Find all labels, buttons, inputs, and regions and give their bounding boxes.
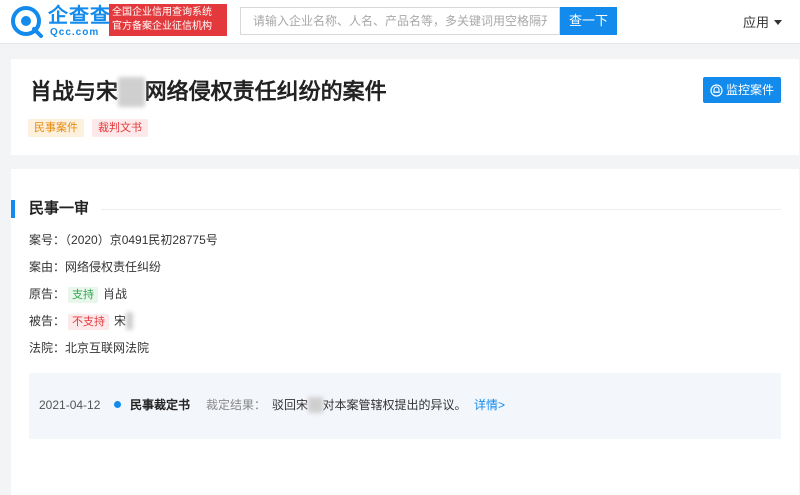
case-title-prefix: 肖战与宋 <box>30 79 119 104</box>
redacted-result-blur: ■■ <box>308 397 323 413</box>
apps-menu[interactable]: 应用 <box>743 12 783 31</box>
section-title: 民事一审 <box>29 200 90 217</box>
ruling-timeline-entry: 2021-04-12 民事裁定书 裁定结果： 驳回宋■■对本案管辖权提出的异议。… <box>29 373 781 439</box>
case-detail-card: 民事一审 案号：（2020）京0491民初28775号 案由：网络侵权责任纠纷 … <box>11 169 799 495</box>
section-accent-bar <box>11 200 15 218</box>
defendant-row: 被告：不支持宋■ <box>29 312 134 330</box>
logo-q-icon <box>11 6 43 38</box>
tag-civil-case: 民事案件 <box>28 119 84 137</box>
court-row: 法院：北京互联网法院 <box>29 339 149 357</box>
ruling-result-text: 驳回宋■■对本案管辖权提出的异议。 <box>272 397 467 413</box>
case-number-row: 案号：（2020）京0491民初28775号 <box>29 231 218 249</box>
plaintiff-row: 原告： 支持 肖战 <box>29 285 127 303</box>
plaintiff-label: 原告： <box>29 287 66 301</box>
search-button[interactable]: 查一下 <box>560 7 617 35</box>
monitor-case-label: 监控案件 <box>725 83 774 97</box>
ruling-result-suffix: 对本案管辖权提出的异议。 <box>322 398 467 412</box>
plaintiff-name[interactable]: 肖战 <box>103 287 127 301</box>
defendant-label: 被告： <box>29 314 66 328</box>
ruling-date: 2021-04-12 <box>39 398 101 412</box>
logo-text: 企查查 <box>48 5 111 27</box>
ruling-document-type: 民事裁定书 <box>130 398 191 412</box>
search-input[interactable] <box>240 7 560 35</box>
case-number-label: 案号： <box>29 233 66 247</box>
monitor-bell-icon <box>710 84 723 97</box>
case-cause-row: 案由：网络侵权责任纠纷 <box>29 258 161 276</box>
section-divider <box>101 209 781 210</box>
apps-menu-label: 应用 <box>743 15 770 30</box>
ruling-result-label: 裁定结果： <box>206 398 267 412</box>
redacted-defendant-blur: ■ <box>126 312 134 330</box>
top-navigation-bar: 企查查 Qcc.com 全国企业信用查询系统 官方备案企业征信机构 查一下 应用 <box>0 0 800 44</box>
redacted-name-blur: ■■ <box>118 77 145 107</box>
case-title-suffix: 网络侵权责任纠纷的案件 <box>144 79 387 104</box>
ruling-details-link[interactable]: 详情> <box>474 397 505 413</box>
official-record-badge: 全国企业信用查询系统 官方备案企业征信机构 <box>109 4 227 36</box>
case-title: 肖战与宋■■网络侵权责任纠纷的案件 <box>30 77 387 107</box>
court-label: 法院： <box>29 341 66 355</box>
defendant-status-badge: 不支持 <box>68 314 110 330</box>
badge-line-2: 官方备案企业征信机构 <box>112 21 212 32</box>
logo-domain: Qcc.com <box>50 27 100 38</box>
qichacha-logo[interactable]: 企查查 Qcc.com <box>10 5 111 39</box>
ruling-result-prefix: 驳回宋 <box>272 398 309 412</box>
tag-judgment-document: 裁判文书 <box>92 119 148 137</box>
case-number-value: （2020）京0491民初28775号 <box>65 233 218 247</box>
case-cause-label: 案由： <box>29 260 66 274</box>
caret-down-icon <box>774 20 783 25</box>
court-value: 北京互联网法院 <box>65 341 150 355</box>
timeline-dot-icon <box>114 401 121 408</box>
case-title-card: 肖战与宋■■网络侵权责任纠纷的案件 民事案件 裁判文书 监控案件 <box>11 59 799 155</box>
defendant-name[interactable]: 宋 <box>114 314 126 328</box>
monitor-case-button[interactable]: 监控案件 <box>703 77 781 103</box>
badge-line-1: 全国企业信用查询系统 <box>112 7 212 18</box>
plaintiff-status-badge: 支持 <box>68 287 99 303</box>
case-cause-value: 网络侵权责任纠纷 <box>65 260 162 274</box>
